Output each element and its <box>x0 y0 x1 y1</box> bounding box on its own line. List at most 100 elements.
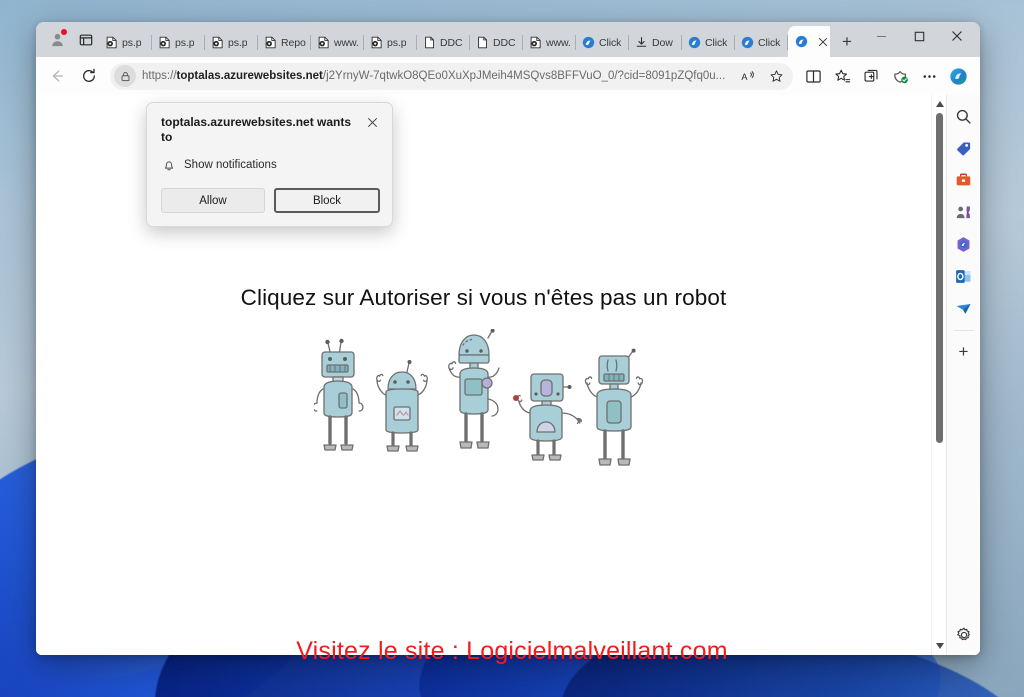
read-aloud-button[interactable]: A <box>735 63 761 89</box>
url-path: /j2YrnyW-7qtwkO8QEo0XuXpJMeih4MSQvs8BFFV… <box>322 70 726 82</box>
tab-label: Click <box>758 36 781 49</box>
scrollbar-thumb[interactable] <box>936 113 943 443</box>
tab-label: www. <box>334 36 359 49</box>
permission-row: Show notifications <box>162 158 380 172</box>
close-icon <box>818 37 827 46</box>
lock-icon <box>121 71 129 81</box>
paper-plane-icon <box>956 303 971 314</box>
back-button[interactable] <box>42 61 72 91</box>
sidebar-item-copilot[interactable] <box>951 231 977 257</box>
read-aloud-icon: A <box>741 70 754 81</box>
copilot-button[interactable] <box>944 62 972 90</box>
tab-strip: ps.p ps.p ps.p Repo www. ps.p DDC DDC www. Click D… <box>36 22 980 57</box>
browser-essentials-button[interactable] <box>886 62 914 90</box>
tab-item[interactable]: Click <box>682 28 735 57</box>
games-icon <box>956 205 971 218</box>
site-permissions-button[interactable] <box>114 65 136 87</box>
url-text: https://toptalas.azurewebsites.net/j2Yrn… <box>142 70 735 82</box>
copilot-icon <box>957 236 970 252</box>
tab-item[interactable]: Click <box>735 28 788 57</box>
desktop: ps.p ps.p ps.p Repo www. ps.p DDC DDC www. Click D… <box>0 0 1024 697</box>
collections-button[interactable] <box>857 62 885 90</box>
sidebar-item-send[interactable] <box>951 295 977 321</box>
tab-label: Dow <box>652 36 673 49</box>
tools-briefcase-icon <box>956 173 971 185</box>
dialog-close-button[interactable] <box>364 114 380 130</box>
settings-more-button[interactable] <box>915 62 943 90</box>
tab-item[interactable]: Repo <box>258 28 311 57</box>
svg-text:A: A <box>741 71 748 81</box>
scroll-down-button[interactable] <box>932 639 947 653</box>
tab-actions-button[interactable] <box>73 27 99 53</box>
refresh-icon <box>83 68 95 82</box>
sidebar-item-outlook[interactable] <box>951 263 977 289</box>
scroll-up-button[interactable] <box>932 97 947 111</box>
copilot-icon <box>949 67 967 85</box>
new-tab-button[interactable]: + <box>834 28 860 54</box>
dialog-actions: Allow Block <box>161 188 380 213</box>
page-scrollbar[interactable] <box>931 95 946 655</box>
settings-gear-icon <box>957 627 970 641</box>
edge-sidebar: + <box>946 95 980 655</box>
block-button[interactable]: Block <box>274 188 380 213</box>
tab-label: ps.p <box>228 36 248 49</box>
tab-item[interactable]: Click <box>576 28 629 57</box>
tab-label: Click <box>705 36 728 49</box>
tab-label: www. <box>546 36 571 49</box>
tab-active[interactable] <box>788 26 830 57</box>
tab-label: DDC <box>493 36 516 49</box>
tab-item[interactable]: www. <box>311 28 364 57</box>
profile-avatar[interactable] <box>44 27 70 53</box>
close-button[interactable] <box>938 22 976 50</box>
tab-close-button[interactable] <box>816 35 829 48</box>
minimize-button[interactable] <box>862 22 900 50</box>
tab-item[interactable]: ps.p <box>99 28 152 57</box>
back-icon <box>52 70 63 82</box>
tab-item[interactable]: ps.p <box>152 28 205 57</box>
dialog-header: toptalas.azurewebsites.net wants to <box>161 115 380 145</box>
refresh-button[interactable] <box>74 61 104 91</box>
tab-item[interactable]: ps.p <box>364 28 417 57</box>
tab-item[interactable]: www. <box>523 28 576 57</box>
page-heading: Cliquez sur Autoriser si vous n'êtes pas… <box>240 285 727 310</box>
favorite-button[interactable] <box>763 63 789 89</box>
sidebar-add-button[interactable]: + <box>951 338 977 364</box>
navigation-toolbar: https://toptalas.azurewebsites.net/j2Yrn… <box>36 57 980 95</box>
address-bar[interactable]: https://toptalas.azurewebsites.net/j2Yrn… <box>110 62 793 90</box>
tab-label: ps.p <box>122 36 142 49</box>
sidebar-item-tools[interactable] <box>951 167 977 193</box>
tab-item[interactable]: Dow <box>629 28 682 57</box>
favorites-icon <box>834 69 850 82</box>
maximize-icon <box>914 31 924 41</box>
browser-essentials-icon <box>893 70 908 83</box>
window-controls <box>862 22 976 57</box>
sidebar-settings-button[interactable] <box>951 622 977 648</box>
allow-button[interactable]: Allow <box>161 188 265 213</box>
maximize-button[interactable] <box>900 22 938 50</box>
favorites-button[interactable] <box>828 62 856 90</box>
browser-toolbar-actions <box>799 62 972 90</box>
permission-label: Show notifications <box>184 159 277 171</box>
bell-icon <box>164 161 174 171</box>
dialog-title: toptalas.azurewebsites.net wants to <box>161 115 352 144</box>
tab-list: ps.p ps.p ps.p Repo www. ps.p DDC DDC www. Click D… <box>99 22 830 57</box>
sidebar-divider <box>954 330 973 331</box>
tab-item[interactable]: ps.p <box>205 28 258 57</box>
tab-label: Click <box>599 36 622 49</box>
close-icon <box>952 31 962 41</box>
url-scheme: https:// <box>142 70 177 82</box>
sidebar-item-search[interactable] <box>951 103 977 129</box>
sidebar-add-label: + <box>958 341 969 361</box>
tab-label: Repo <box>281 36 306 49</box>
split-screen-button[interactable] <box>799 62 827 90</box>
favorite-star-icon <box>770 69 782 82</box>
tab-item[interactable]: DDC <box>417 28 470 57</box>
robots-illustration <box>313 329 643 466</box>
close-icon <box>367 117 377 127</box>
tab-label: DDC <box>440 36 463 49</box>
sidebar-item-games[interactable] <box>951 199 977 225</box>
tab-item[interactable]: DDC <box>470 28 523 57</box>
sidebar-item-shopping[interactable] <box>951 135 977 161</box>
chevron-up-icon <box>935 101 944 107</box>
notification-dot <box>61 28 67 35</box>
